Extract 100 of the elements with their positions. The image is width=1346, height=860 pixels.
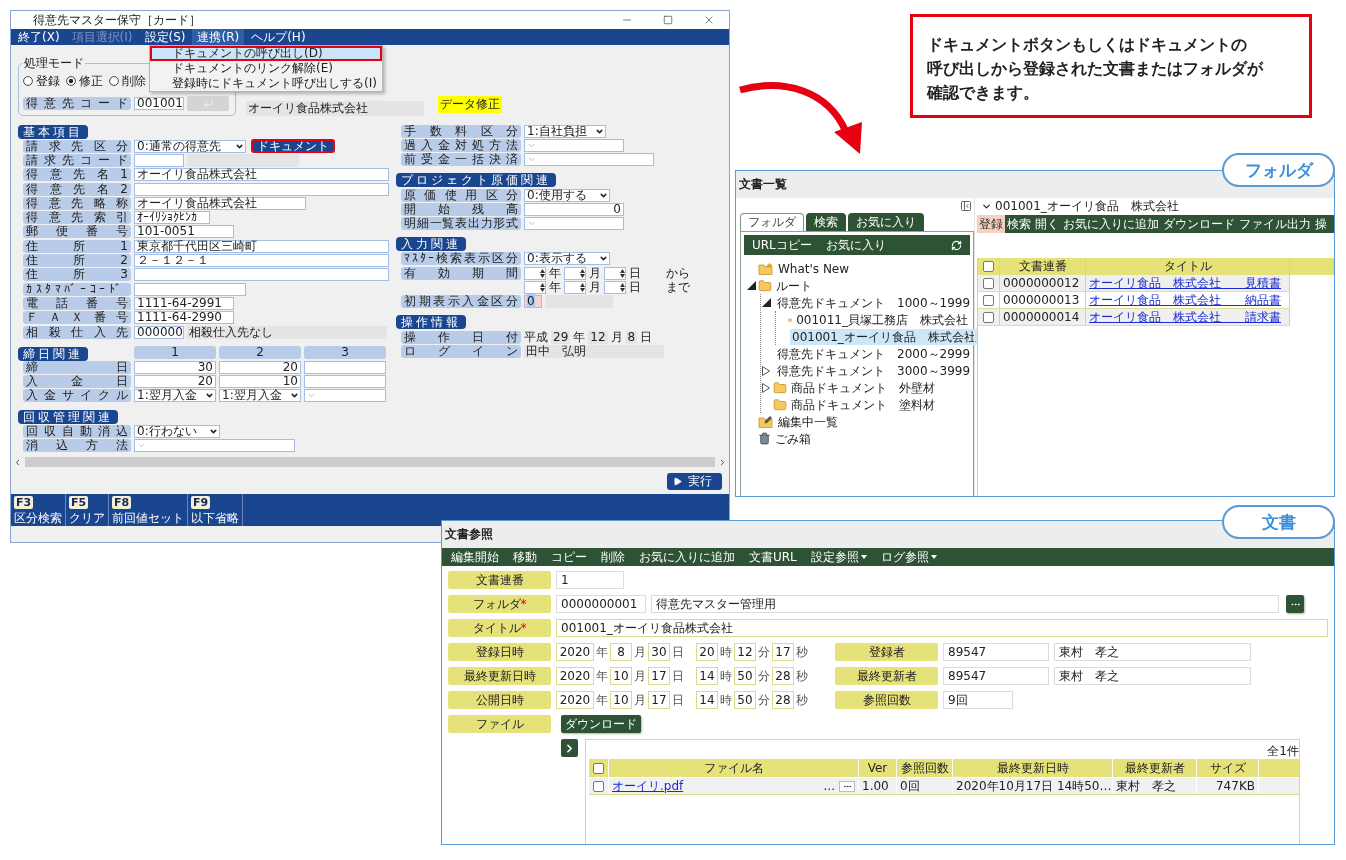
function-key[interactable]: F9 以下省略: [188, 494, 243, 526]
text-field[interactable]: [134, 153, 184, 167]
execute-button[interactable]: 実行: [667, 472, 722, 490]
download-button[interactable]: ダウンロード: [561, 715, 641, 733]
document-button[interactable]: ドキュメント: [251, 139, 335, 154]
checkbox[interactable]: [983, 261, 994, 272]
browse-button[interactable]: [1286, 595, 1304, 613]
collapsed-triangle-icon[interactable]: [762, 382, 770, 393]
text-field[interactable]: 20: [219, 360, 301, 374]
spin-field[interactable]: [564, 266, 586, 280]
date-field[interactable]: 2020: [556, 667, 594, 685]
maximize-icon[interactable]: [663, 15, 673, 25]
file-link[interactable]: オーイリ.pdf: [612, 777, 684, 795]
date-field[interactable]: 14: [696, 667, 718, 685]
text-field[interactable]: 89547: [943, 667, 1049, 685]
toolbar-button[interactable]: 登録: [977, 215, 1005, 233]
document-link[interactable]: オーイリ食品 株式会社 請求書: [1089, 308, 1281, 326]
text-field[interactable]: 30: [134, 360, 216, 374]
date-field[interactable]: 8: [610, 643, 632, 661]
collapse-panel-icon[interactable]: [960, 199, 972, 212]
dropdown-field[interactable]: 1:自社負担: [524, 124, 606, 138]
toolbar-button[interactable]: ダウンロード: [1161, 215, 1237, 233]
text-field[interactable]: 89547: [943, 643, 1049, 661]
menu-item[interactable]: 終了(X): [13, 29, 65, 45]
text-field[interactable]: [134, 268, 389, 282]
text-field[interactable]: 10: [219, 375, 301, 389]
function-key[interactable]: F3 区分検索: [11, 494, 66, 526]
tree-item[interactable]: 得意先ドキュメント 3000～3999: [775, 362, 973, 379]
spin-field[interactable]: [564, 281, 586, 294]
scroll-left-icon[interactable]: [13, 457, 22, 467]
text-field[interactable]: 1111-64-2990: [134, 311, 234, 325]
tree-item[interactable]: 001011_貝塚工務店 株式会社: [794, 311, 970, 328]
tree-item[interactable]: 得意先ドキュメント 1000～1999: [775, 294, 973, 311]
date-field[interactable]: 10: [610, 691, 632, 709]
date-field[interactable]: 28: [772, 667, 794, 685]
text-field[interactable]: 東京都千代田区三崎町: [134, 239, 389, 253]
radio-button[interactable]: [66, 76, 76, 86]
tab[interactable]: 検索: [806, 213, 846, 231]
dropdown-field[interactable]: [524, 138, 624, 152]
text-field[interactable]: 20: [134, 375, 216, 389]
spin-field[interactable]: [524, 266, 546, 280]
text-field[interactable]: [304, 360, 386, 374]
toolbar-button[interactable]: 文書URL: [742, 548, 804, 566]
tab[interactable]: お気に入り: [848, 213, 924, 231]
tree-item[interactable]: 商品ドキュメント 塗料材: [789, 396, 937, 413]
checkbox[interactable]: [593, 762, 604, 774]
menu-item[interactable]: 登録時にドキュメント呼び出しする(I): [150, 76, 382, 91]
toolbar-button[interactable]: お気に入りに追加: [1061, 215, 1161, 233]
tree-item[interactable]: 編集中一覧: [776, 413, 840, 430]
dropdown-field[interactable]: 1:翌月入金: [134, 389, 216, 403]
expanded-triangle-icon[interactable]: [746, 281, 756, 290]
chevron-down-icon[interactable]: [981, 201, 992, 212]
tree-item[interactable]: 得意先ドキュメント 2000～2999: [775, 345, 973, 362]
horizontal-scrollbar[interactable]: [25, 457, 715, 467]
function-key[interactable]: F8 前回値セット: [109, 494, 188, 526]
expanded-triangle-icon[interactable]: [761, 298, 771, 307]
toolbar-link[interactable]: お気に入り: [825, 236, 886, 254]
dropdown-field[interactable]: [524, 153, 654, 167]
toolbar-button[interactable]: ログ参照: [873, 548, 944, 566]
toolbar-button[interactable]: 開く: [1033, 215, 1061, 233]
date-field[interactable]: 50: [734, 667, 756, 685]
text-field[interactable]: 東村 孝之: [1054, 667, 1251, 685]
toolbar-button[interactable]: 検索: [1005, 215, 1033, 233]
dropdown-field[interactable]: 0:表示する: [524, 252, 610, 266]
date-field[interactable]: 14: [696, 691, 718, 709]
date-field[interactable]: 2020: [556, 691, 594, 709]
text-field[interactable]: 9回: [943, 691, 1013, 709]
tree-item[interactable]: What's New: [776, 260, 852, 277]
text-field[interactable]: 0: [524, 295, 542, 309]
toolbar-button[interactable]: 操: [1313, 215, 1329, 233]
text-field[interactable]: オーイリ食品株式会社: [134, 196, 306, 210]
text-field[interactable]: 0000000001: [556, 595, 646, 613]
toolbar-button[interactable]: ファイル出力: [1237, 215, 1313, 233]
dropdown-field[interactable]: 0:通常の得意先: [134, 139, 246, 153]
spin-field[interactable]: [604, 266, 626, 280]
checkbox[interactable]: [983, 277, 994, 289]
date-field[interactable]: 10: [610, 667, 632, 685]
text-field[interactable]: 001001_オーイリ食品株式会社: [556, 619, 1328, 637]
text-field[interactable]: [134, 282, 246, 296]
date-field[interactable]: 20: [696, 643, 718, 661]
scroll-right-icon[interactable]: [718, 457, 727, 467]
date-field[interactable]: 28: [772, 691, 794, 709]
text-field[interactable]: ｵｰｲﾘｼｮｸﾋﾝｶ: [134, 211, 210, 225]
toolbar-button[interactable]: お気に入りに追加: [632, 548, 742, 566]
document-link[interactable]: オーイリ食品 株式会社 見積書: [1089, 274, 1281, 292]
text-field[interactable]: 東村 孝之: [1054, 643, 1251, 661]
toolbar-button[interactable]: 削除: [594, 548, 632, 566]
document-link[interactable]: オーイリ食品 株式会社 納品書: [1089, 291, 1281, 309]
toolbar-button[interactable]: 編集開始: [444, 548, 506, 566]
tree-item[interactable]: ルート: [774, 277, 814, 294]
radio-button[interactable]: [23, 76, 33, 86]
tree-item[interactable]: ごみ箱: [773, 430, 813, 447]
close-icon[interactable]: [703, 14, 715, 26]
date-field[interactable]: 30: [648, 643, 670, 661]
date-field[interactable]: 17: [648, 667, 670, 685]
tab[interactable]: フォルダ: [740, 213, 804, 231]
text-field[interactable]: 000000: [134, 325, 184, 339]
function-key[interactable]: F5 クリア: [66, 494, 109, 526]
text-field[interactable]: [304, 375, 386, 389]
toolbar-link[interactable]: URLコピー: [752, 236, 812, 254]
